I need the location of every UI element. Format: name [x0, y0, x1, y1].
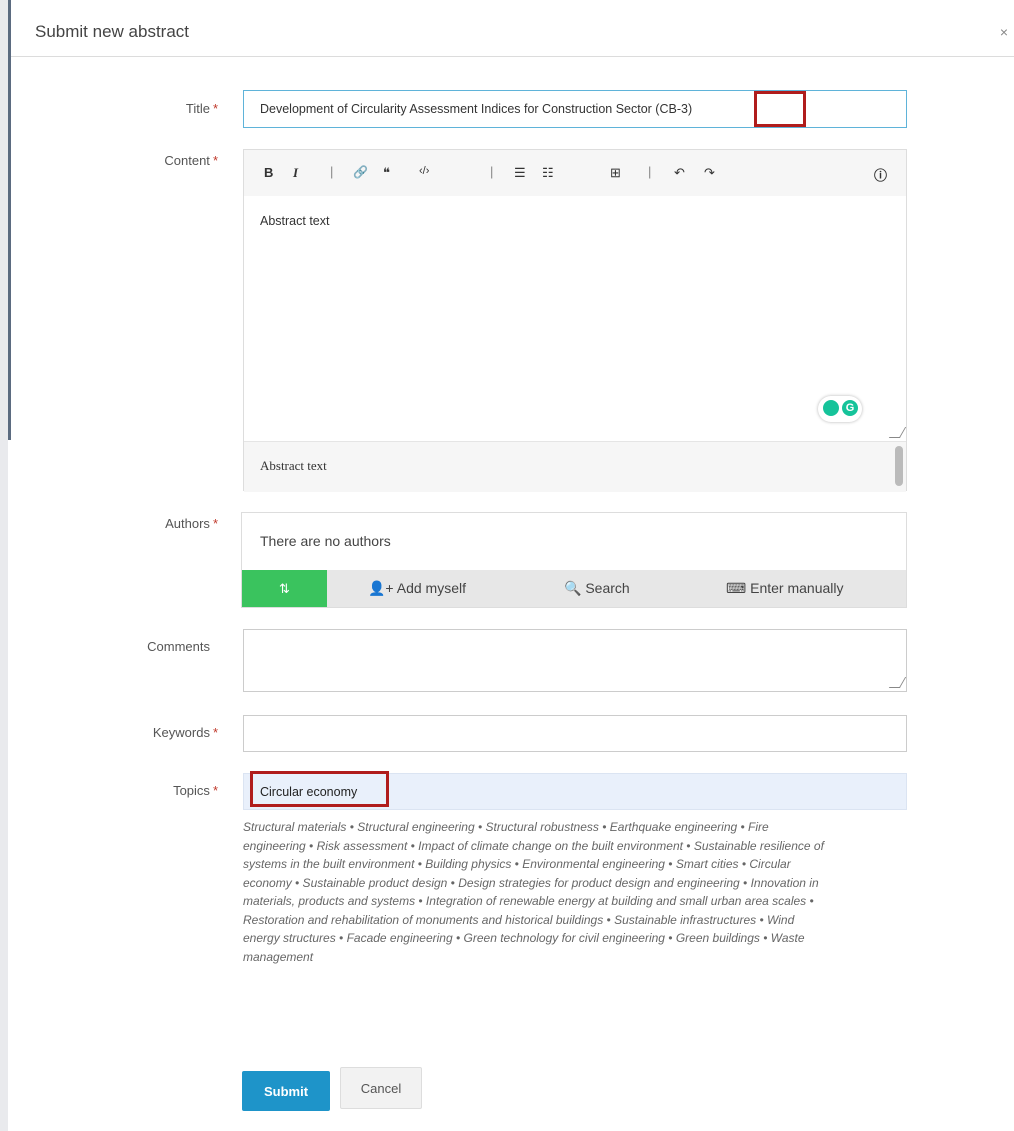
- add-myself-button[interactable]: 👤+ Add myself: [368, 580, 466, 597]
- authors-field: There are no authors ⇅ 👤+ Add myself 🔍 S…: [241, 512, 907, 608]
- toolbar-separator: |: [648, 164, 652, 179]
- keywords-label-text: Keywords: [152, 725, 210, 740]
- editor-textarea[interactable]: Abstract text G: [244, 196, 907, 441]
- link-icon[interactable]: 🔗: [353, 165, 368, 179]
- authors-action-bar: ⇅ 👤+ Add myself 🔍 Search ⌨ Enter manuall…: [242, 570, 906, 607]
- topics-label: Topics *: [88, 783, 218, 798]
- title-input-value: Development of Circularity Assessment In…: [260, 102, 693, 116]
- undo-icon[interactable]: ↶: [674, 165, 685, 181]
- modal-title: Submit new abstract: [35, 22, 190, 41]
- keywords-label: Keywords *: [88, 725, 218, 740]
- required-star: *: [212, 101, 218, 116]
- topics-label-text: Topics: [173, 783, 210, 798]
- add-myself-label: Add myself: [396, 580, 466, 596]
- enter-manually-label: Enter manually: [750, 580, 844, 596]
- content-label-text: Content: [164, 153, 210, 168]
- selected-topic-chip[interactable]: Circular economy: [260, 785, 357, 799]
- resize-handle[interactable]: [888, 677, 907, 688]
- grammarly-widget[interactable]: G: [818, 396, 862, 422]
- submit-button[interactable]: Submit: [242, 1071, 330, 1111]
- modal-header: Submit new abstract ×: [11, 8, 1014, 57]
- close-icon[interactable]: ×: [1000, 24, 1008, 40]
- sort-authors-button[interactable]: ⇅: [242, 570, 327, 607]
- keywords-input[interactable]: [243, 715, 907, 752]
- topics-options-list: Structural materials • Structural engine…: [243, 820, 824, 964]
- grammarly-icon[interactable]: G: [842, 400, 858, 416]
- comments-textarea[interactable]: [243, 629, 907, 692]
- keyboard-icon: ⌨: [726, 580, 751, 596]
- title-label: Title *: [88, 101, 218, 116]
- code-icon[interactable]: ‹/›: [419, 165, 429, 177]
- comments-label: Comments: [80, 639, 210, 654]
- cancel-button[interactable]: Cancel: [340, 1067, 422, 1109]
- title-label-text: Title: [185, 101, 210, 116]
- topics-select[interactable]: Circular economy: [243, 773, 907, 810]
- editor-content: Abstract text: [260, 214, 330, 228]
- authors-label-text: Authors: [165, 516, 210, 531]
- preview-content: Abstract text: [260, 458, 327, 473]
- required-star: *: [212, 516, 218, 531]
- authors-empty-text: There are no authors: [260, 533, 391, 549]
- italic-button[interactable]: I: [293, 165, 298, 181]
- quote-icon[interactable]: ❝: [383, 165, 390, 181]
- add-user-icon: 👤+: [368, 580, 397, 596]
- authors-label: Authors *: [88, 516, 218, 531]
- required-star: *: [212, 153, 218, 168]
- preview-scrollbar[interactable]: [895, 446, 903, 486]
- search-authors-button[interactable]: 🔍 Search: [564, 580, 630, 597]
- title-input[interactable]: Development of Circularity Assessment In…: [243, 90, 907, 128]
- ordered-list-icon[interactable]: ☰: [514, 165, 526, 181]
- required-star: *: [212, 725, 218, 740]
- page-left-accent: [8, 0, 11, 440]
- page-left-border: [0, 0, 8, 1131]
- lightbulb-icon[interactable]: [823, 400, 839, 416]
- toolbar-separator: |: [330, 164, 334, 179]
- search-label: Search: [585, 580, 630, 596]
- resize-handle[interactable]: [888, 427, 907, 438]
- content-label: Content *: [88, 153, 218, 168]
- enter-manually-button[interactable]: ⌨ Enter manually: [726, 580, 844, 597]
- redo-icon[interactable]: ↷: [704, 165, 715, 181]
- search-icon: 🔍: [564, 580, 586, 596]
- editor-toolbar: B I | 🔗 ❝ ‹/› | ☰ ☷ ⊞ | ↶ ↷ ⓘ: [244, 150, 906, 196]
- content-editor: B I | 🔗 ❝ ‹/› | ☰ ☷ ⊞ | ↶ ↷ ⓘ Abstract t…: [243, 149, 907, 492]
- editor-preview: Abstract text: [244, 441, 906, 492]
- required-star: *: [212, 783, 218, 798]
- unordered-list-icon[interactable]: ☷: [542, 165, 554, 181]
- toolbar-separator: |: [490, 164, 494, 179]
- comments-label-text: Comments: [147, 639, 210, 654]
- insert-icon[interactable]: ⊞: [610, 165, 621, 181]
- bold-button[interactable]: B: [264, 165, 273, 180]
- info-icon[interactable]: ⓘ: [874, 165, 887, 184]
